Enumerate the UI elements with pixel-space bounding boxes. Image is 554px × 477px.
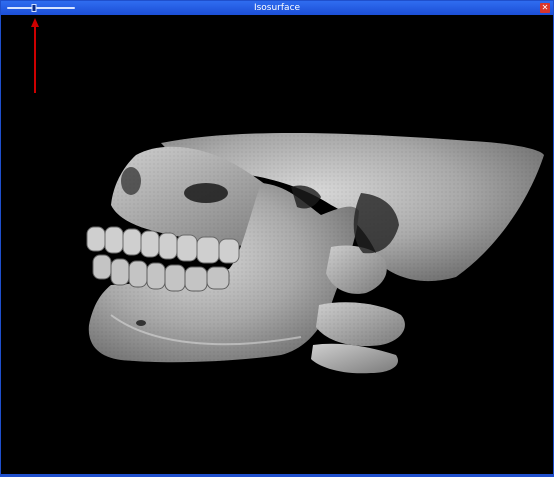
skull-render (86, 132, 544, 374)
title-bar[interactable]: Isosurface ✕ (1, 1, 553, 15)
render-viewport[interactable] (1, 15, 553, 475)
isosurface-window: Isosurface ✕ (0, 0, 554, 477)
close-icon[interactable]: ✕ (540, 3, 550, 13)
window-bottom-border (1, 474, 553, 476)
window-title: Isosurface (253, 3, 301, 13)
